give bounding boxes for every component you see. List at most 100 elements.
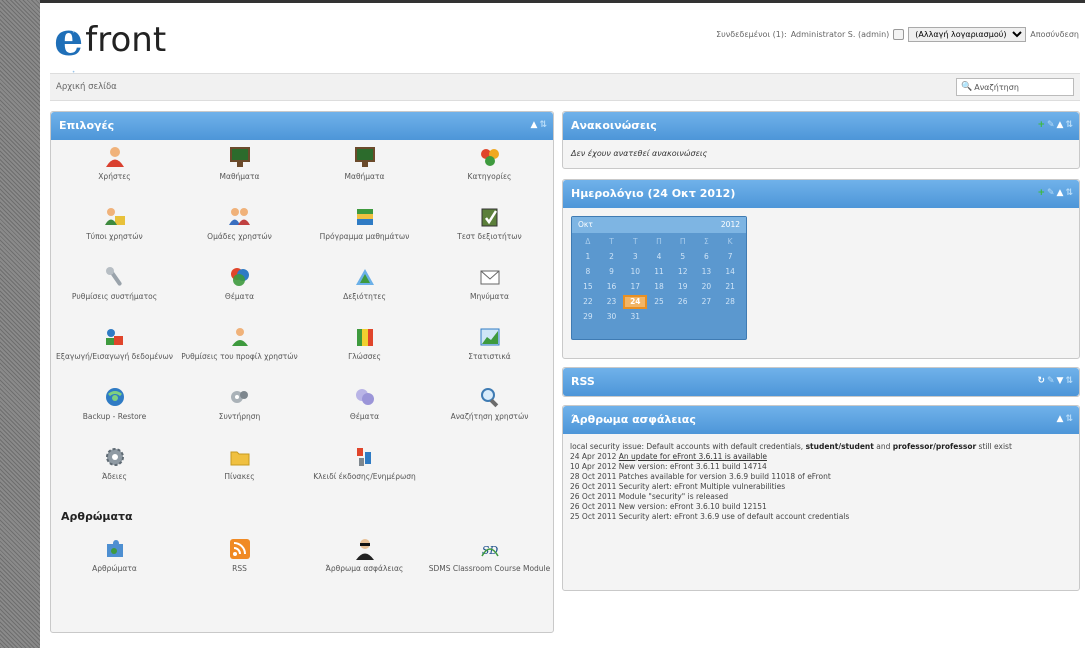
option-item[interactable]: Ρυθμίσεις του προφίλ χρηστών <box>177 326 302 362</box>
calendar-day[interactable]: 22 <box>576 295 600 309</box>
edit-icon[interactable]: ✎ <box>1047 188 1055 198</box>
calendar-day[interactable]: 19 <box>671 280 695 294</box>
calendar-day[interactable]: 6 <box>695 250 719 264</box>
collapse-icon[interactable]: ▲ <box>1057 414 1064 424</box>
option-item[interactable]: Κατηγορίες <box>427 146 552 182</box>
option-item[interactable]: Αναζήτηση χρηστών <box>427 386 552 422</box>
calendar-day[interactable]: 14 <box>718 265 742 279</box>
calendar-day[interactable]: 16 <box>600 280 624 294</box>
move-icon[interactable]: ⇅ <box>1065 120 1073 130</box>
breadcrumb[interactable]: Αρχική σελίδα <box>56 82 117 92</box>
refresh-icon[interactable]: ↻ <box>1037 376 1045 386</box>
calendar-day[interactable]: 30 <box>600 310 624 324</box>
option-item[interactable]: Πίνακες <box>177 446 302 482</box>
option-item[interactable]: Δεξιότητες <box>302 266 427 302</box>
logout-link[interactable]: Αποσύνδεση <box>1030 30 1079 39</box>
calendar-day[interactable]: 12 <box>671 265 695 279</box>
news-link[interactable]: An update for eFront 3.6.11 is available <box>619 452 767 461</box>
option-label: Ομάδες χρηστών <box>207 232 272 241</box>
option-item[interactable]: Θέματα <box>177 266 302 302</box>
option-item[interactable]: Τύποι χρηστών <box>52 206 177 242</box>
option-item[interactable]: Μαθήματα <box>177 146 302 182</box>
move-icon[interactable]: ⇅ <box>1065 188 1073 198</box>
calendar-day[interactable]: 9 <box>600 265 624 279</box>
option-item[interactable]: RSS <box>177 538 302 574</box>
account-switch-select[interactable]: (Αλλαγή λογαριασμού) <box>908 27 1027 42</box>
calendar-day[interactable]: 29 <box>576 310 600 324</box>
option-item[interactable]: Backup - Restore <box>52 386 177 422</box>
options-panel: Επιλογές ▲ ⇅ Χρήστες Μαθήματα Μαθήματα Κατηγ… <box>50 111 554 633</box>
user-groups-icon <box>228 206 252 228</box>
move-icon[interactable]: ⇅ <box>539 120 547 130</box>
modules-title: Αρθρώματα <box>61 510 133 523</box>
chat-icon[interactable] <box>893 29 905 40</box>
option-item[interactable]: Πρόγραμμα μαθημάτων <box>302 206 427 242</box>
option-item[interactable]: Ρυθμίσεις συστήματος <box>52 266 177 302</box>
calendar-day[interactable]: 20 <box>695 280 719 294</box>
move-icon[interactable]: ⇅ <box>1065 376 1073 386</box>
option-item[interactable]: Μηνύματα <box>427 266 552 302</box>
option-item[interactable]: Κλειδί έκδοσης/Ενημέρωση <box>302 446 427 482</box>
calendar-day[interactable]: 21 <box>718 280 742 294</box>
option-item[interactable]: Τεστ δεξιοτήτων <box>427 206 552 242</box>
option-item[interactable]: Εξαγωγή/Εισαγωγή δεδομένων <box>52 326 177 362</box>
security-news-item: 26 Oct 2011 Module "security" is release… <box>570 492 1072 502</box>
calendar-month[interactable]: Οκτ <box>578 220 593 230</box>
search-input[interactable]: Αναζήτηση <box>974 83 1019 92</box>
calendar-day[interactable]: 31 <box>623 310 647 324</box>
option-item[interactable]: Ομάδες χρηστών <box>177 206 302 242</box>
folder-icon <box>228 446 252 468</box>
calendar-day[interactable]: 5 <box>671 250 695 264</box>
expand-icon[interactable]: ▼ <box>1057 376 1064 386</box>
calendar-day[interactable]: 3 <box>623 250 647 264</box>
rss-icon <box>228 538 252 560</box>
calendar-day[interactable]: 28 <box>718 295 742 309</box>
key-icon <box>353 446 377 468</box>
add-icon[interactable]: + <box>1037 120 1045 130</box>
news-date: 25 Oct 2011 <box>570 512 619 521</box>
logged-in-count[interactable]: Συνδεδεμένοι (1): <box>716 30 787 39</box>
calendar-year[interactable]: 2012 <box>721 220 740 230</box>
calendar-day[interactable]: 17 <box>623 280 647 294</box>
option-item[interactable]: Άρθρωμα ασφάλειας <box>302 538 427 574</box>
calendar-day-today[interactable]: 24 <box>623 295 648 309</box>
calendar-day[interactable]: 13 <box>695 265 719 279</box>
option-item[interactable]: Μαθήματα <box>302 146 427 182</box>
edit-icon[interactable]: ✎ <box>1047 120 1055 130</box>
news-date: 26 Oct 2011 <box>570 502 619 511</box>
move-icon[interactable]: ⇅ <box>1065 414 1073 424</box>
option-item[interactable]: Θέματα <box>302 386 427 422</box>
security-news-item[interactable]: 24 Apr 2012 An update for eFront 3.6.11 … <box>570 452 1072 462</box>
calendar-day[interactable]: 8 <box>576 265 600 279</box>
calendar-day[interactable]: 27 <box>695 295 719 309</box>
add-icon[interactable]: + <box>1037 188 1045 198</box>
efront-logo[interactable]: · ·e front <box>54 13 166 78</box>
option-item[interactable]: Άδειες <box>52 446 177 482</box>
calendar-day[interactable]: 26 <box>671 295 695 309</box>
calendar-day[interactable]: 11 <box>647 265 671 279</box>
calendar-panel: Ημερολόγιο (24 Οκτ 2012) + ✎ ▲ ⇅ Οκτ 2012 Δ… <box>562 179 1080 359</box>
collapse-icon[interactable]: ▲ <box>1057 120 1064 130</box>
option-item[interactable]: Χρήστες <box>52 146 177 182</box>
calendar-day[interactable]: 4 <box>647 250 671 264</box>
calendar-day[interactable]: 15 <box>576 280 600 294</box>
option-item[interactable]: Στατιστικά <box>427 326 552 362</box>
calendar-day[interactable]: 2 <box>600 250 624 264</box>
option-item[interactable]: Γλώσσες <box>302 326 427 362</box>
option-item[interactable]: Συντήρηση <box>177 386 302 422</box>
calendar-day[interactable]: 18 <box>647 280 671 294</box>
collapse-icon[interactable]: ▲ <box>1057 188 1064 198</box>
calendar-day[interactable]: 23 <box>600 295 624 309</box>
current-user-link[interactable]: Administrator S. (admin) <box>791 30 890 39</box>
edit-icon[interactable]: ✎ <box>1047 376 1055 386</box>
calendar-day[interactable]: 10 <box>623 265 647 279</box>
calendar-day[interactable]: 7 <box>718 250 742 264</box>
collapse-icon[interactable]: ▲ <box>531 120 538 130</box>
search-box[interactable]: 🔍 Αναζήτηση <box>956 78 1074 96</box>
security-news-item: 10 Apr 2012 New version: eFront 3.6.11 b… <box>570 462 1072 472</box>
option-item[interactable]: SD SDMS Classroom Course Module <box>427 538 552 574</box>
calendar-day[interactable]: 25 <box>647 295 671 309</box>
option-item[interactable]: Αρθρώματα <box>52 538 177 574</box>
breadcrumb-bar: Αρχική σελίδα 🔍 Αναζήτηση <box>50 73 1080 101</box>
calendar-day[interactable]: 1 <box>576 250 600 264</box>
